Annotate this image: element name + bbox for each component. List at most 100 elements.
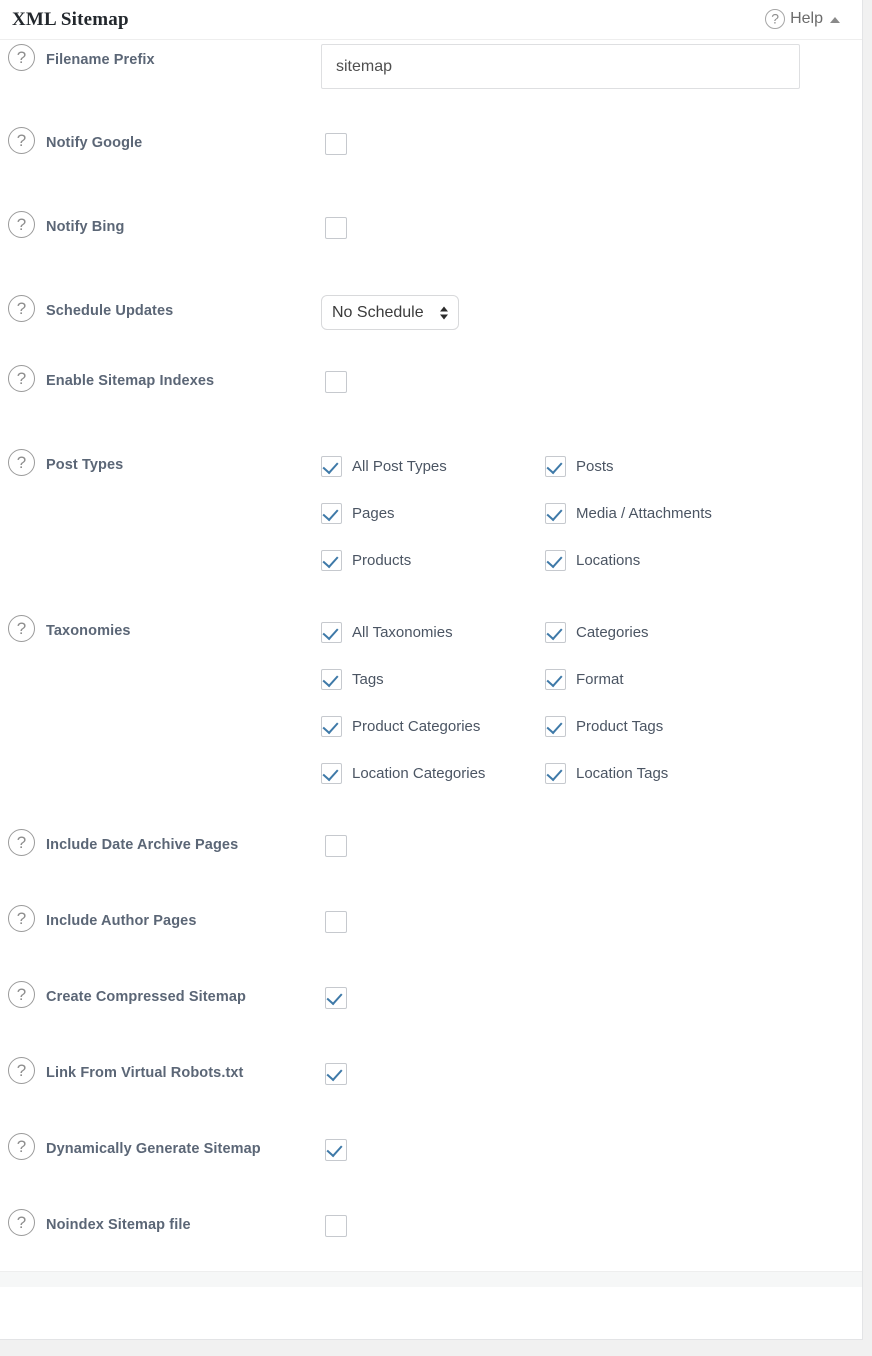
option-checkbox[interactable] [545,669,566,690]
setting-row-link-from-virtual-robots-txt: Link From Virtual Robots.txt [0,1053,862,1129]
option-checkbox[interactable] [321,763,342,784]
row-label-notify-bing: Notify Bing [46,219,125,235]
option-checkbox[interactable] [321,503,342,524]
row-help-cell [0,361,46,392]
notify-google-checkbox[interactable] [325,133,347,155]
option-checkbox[interactable] [321,622,342,643]
question-circle-icon[interactable] [8,829,35,856]
page-title: XML Sitemap [12,9,129,30]
option-checkbox[interactable] [545,622,566,643]
question-circle-icon[interactable] [8,981,35,1008]
option-label: Pages [352,505,395,522]
screen: XML Sitemap Help Filename Prefix Notify G… [0,0,872,1356]
setting-row-taxonomies: Taxonomies All Taxonomies Categories Tags Fo… [0,611,862,825]
option-label: Product Tags [576,718,664,735]
question-circle-icon[interactable] [8,1209,35,1236]
option-checkbox[interactable] [321,669,342,690]
schedule-updates-select[interactable]: No ScheduleDailyWeeklyMonthly [321,295,459,330]
option-label: Posts [576,458,614,475]
row-field-dynamically-generate-sitemap [321,1129,862,1161]
question-circle-icon [765,9,786,29]
row-help-cell [0,207,46,238]
question-circle-icon[interactable] [8,127,35,154]
option-item[interactable]: Locations [545,550,862,571]
noindex-sitemap-file-checkbox[interactable] [325,1215,347,1237]
question-circle-icon[interactable] [8,905,35,932]
option-item[interactable]: Location Tags [545,763,862,784]
row-field-link-from-virtual-robots-txt [321,1053,862,1085]
row-field-taxonomies: All Taxonomies Categories Tags Format Produc… [321,611,862,784]
row-label-taxonomies: Taxonomies [46,623,131,639]
option-item[interactable]: Categories [545,622,862,643]
row-help-cell [0,445,46,476]
question-circle-icon[interactable] [8,295,35,322]
option-label: Media / Attachments [576,505,712,522]
option-item[interactable]: All Taxonomies [321,622,545,643]
setting-row-notify-google: Notify Google [0,123,862,207]
question-circle-icon[interactable] [8,365,35,392]
option-checkbox[interactable] [545,550,566,571]
row-field-notify-google [321,123,862,155]
option-checkbox[interactable] [545,763,566,784]
question-circle-icon[interactable] [8,44,35,71]
setting-row-include-date-archive-pages: Include Date Archive Pages [0,825,862,901]
row-help-cell [0,901,46,932]
row-field-include-date-archive-pages [321,825,862,857]
option-label: Categories [576,624,649,641]
row-label-include-author-pages: Include Author Pages [46,913,197,929]
dynamically-generate-sitemap-checkbox[interactable] [325,1139,347,1161]
option-item[interactable]: Products [321,550,545,571]
row-label-link-from-virtual-robots-txt: Link From Virtual Robots.txt [46,1065,244,1081]
option-label: All Taxonomies [352,624,453,641]
xml-sitemap-panel: XML Sitemap Help Filename Prefix Notify G… [0,0,863,1340]
row-field-noindex-sitemap-file [321,1205,862,1237]
option-checkbox[interactable] [321,716,342,737]
option-checkbox[interactable] [545,456,566,477]
enable-sitemap-indexes-checkbox[interactable] [325,371,347,393]
row-field-post-types: All Post Types Posts Pages Media / Attachme… [321,445,862,571]
row-help-cell [0,977,46,1008]
row-label-include-date-archive-pages: Include Date Archive Pages [46,837,239,853]
include-date-archive-pages-checkbox[interactable] [325,835,347,857]
question-circle-icon[interactable] [8,449,35,476]
row-field-filename-prefix [321,40,862,89]
option-item[interactable]: Location Categories [321,763,545,784]
option-item[interactable]: Pages [321,503,545,524]
question-circle-icon[interactable] [8,615,35,642]
option-checkbox[interactable] [321,456,342,477]
setting-row-schedule-updates: Schedule Updates No ScheduleDailyWeeklyMo… [0,291,862,361]
option-item[interactable]: Tags [321,669,545,690]
option-item[interactable]: Product Tags [545,716,862,737]
row-label-notify-google: Notify Google [46,135,143,151]
option-item[interactable]: Product Categories [321,716,545,737]
question-circle-icon[interactable] [8,1057,35,1084]
row-field-enable-sitemap-indexes [321,361,862,393]
row-label-create-compressed-sitemap: Create Compressed Sitemap [46,989,246,1005]
option-checkbox[interactable] [321,550,342,571]
question-circle-icon[interactable] [8,211,35,238]
link-from-virtual-robots-txt-checkbox[interactable] [325,1063,347,1085]
option-checkbox[interactable] [545,716,566,737]
row-label-post-types: Post Types [46,457,124,473]
row-field-notify-bing [321,207,862,239]
filename-prefix-input[interactable] [321,44,800,89]
option-item[interactable]: Media / Attachments [545,503,862,524]
row-help-cell [0,123,46,154]
help-toggle[interactable]: Help [765,9,840,29]
option-item[interactable]: Format [545,669,862,690]
setting-row-enable-sitemap-indexes: Enable Sitemap Indexes [0,361,862,445]
option-item[interactable]: All Post Types [321,456,545,477]
row-label-filename-prefix: Filename Prefix [46,52,155,68]
option-label: Product Categories [352,718,481,735]
create-compressed-sitemap-checkbox[interactable] [325,987,347,1009]
setting-row-noindex-sitemap-file: Noindex Sitemap file [0,1205,862,1271]
option-label: Location Categories [352,765,486,782]
triangle-up-icon [830,16,840,23]
option-checkbox[interactable] [545,503,566,524]
include-author-pages-checkbox[interactable] [325,911,347,933]
settings-rows: Filename Prefix Notify Google Notify Bing S… [0,40,862,1271]
notify-bing-checkbox[interactable] [325,217,347,239]
question-circle-icon[interactable] [8,1133,35,1160]
option-label: Format [576,671,624,688]
option-item[interactable]: Posts [545,456,862,477]
